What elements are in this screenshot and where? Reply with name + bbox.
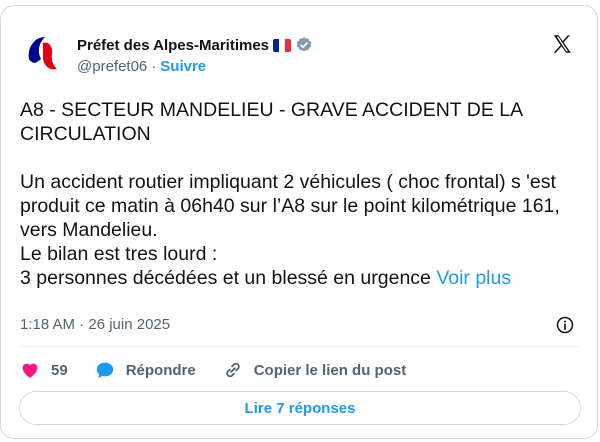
- author-display-name[interactable]: Préfet des Alpes-Maritimes: [77, 37, 269, 54]
- post-card: Préfet des Alpes-Maritimes @prefet06 · S…: [0, 5, 598, 439]
- reply-bubble-icon: [96, 362, 113, 379]
- link-icon: [225, 362, 240, 378]
- reply-label: Répondre: [125, 361, 196, 379]
- info-icon[interactable]: [555, 315, 575, 335]
- copy-link-action[interactable]: Copier le lien du post: [222, 359, 407, 381]
- author-name-row[interactable]: Préfet des Alpes-Maritimes: [77, 35, 313, 55]
- separator-dot: ·: [151, 58, 157, 75]
- action-bar: 59 Répondre Copier le lien du post: [19, 357, 432, 383]
- author-handle-row: @prefet06 · Suivre: [77, 58, 206, 75]
- heart-icon: [22, 363, 38, 378]
- see-more-link[interactable]: Voir plus: [436, 267, 511, 289]
- post-body: A8 - SECTEUR MANDELIEU - GRAVE ACCIDENT …: [20, 99, 560, 289]
- post-text: A8 - SECTEUR MANDELIEU - GRAVE ACCIDENT …: [20, 98, 585, 290]
- reply-action[interactable]: Répondre: [94, 359, 196, 381]
- copy-link-label: Copier le lien du post: [253, 361, 407, 379]
- like-count: 59: [51, 361, 68, 379]
- post-timestamp[interactable]: 1:18 AM · 26 juin 2025: [20, 316, 170, 333]
- verified-badge-icon[interactable]: [295, 36, 313, 54]
- france-flag-icon: [273, 38, 292, 52]
- avatar[interactable]: [19, 29, 67, 77]
- x-logo-icon[interactable]: [551, 33, 573, 55]
- read-replies-button[interactable]: Lire 7 réponses: [19, 391, 581, 425]
- divider: [19, 346, 579, 347]
- author-handle[interactable]: @prefet06: [77, 58, 147, 75]
- like-action[interactable]: 59: [19, 359, 68, 381]
- follow-button[interactable]: Suivre: [160, 58, 206, 75]
